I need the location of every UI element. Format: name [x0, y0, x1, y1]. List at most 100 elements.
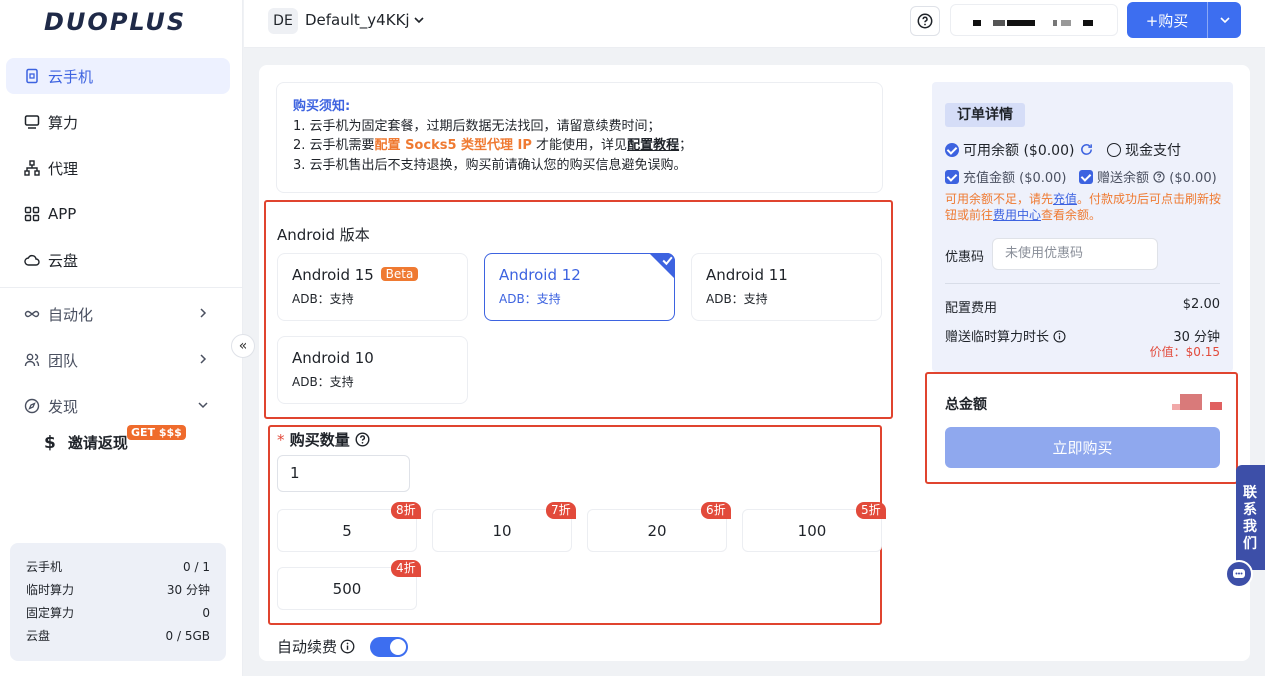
duoplus-logo[interactable]: DUOPLUS — [44, 8, 186, 36]
checkbox-icon — [945, 170, 959, 184]
refresh-icon[interactable] — [1079, 142, 1094, 157]
question-icon[interactable] — [355, 432, 370, 447]
sidebar-item-invite[interactable]: $ 邀请返现 — [44, 432, 128, 453]
android-version-label: Android 版本 — [277, 226, 370, 244]
sidebar-item-label: 自动化 — [48, 305, 94, 324]
workspace-badge[interactable]: DE — [268, 8, 298, 34]
warning-text: 可用余额不足，请先 — [945, 192, 1054, 206]
stat-label: 固定算力 — [26, 606, 75, 620]
buy-dropdown[interactable] — [1208, 14, 1241, 26]
network-icon — [24, 160, 40, 176]
adb-support: ADB：支持 — [706, 292, 768, 306]
redacted-block — [1180, 394, 1202, 410]
dollar-icon: $ — [44, 432, 56, 453]
sidebar-item-discover[interactable]: 发现 — [6, 388, 230, 424]
buy-now-button[interactable]: 立即购买 — [945, 427, 1220, 468]
adb-support: ADB：支持 — [499, 292, 561, 306]
notice-line: 2. 云手机需要配置 Socks5 类型代理 IP 才能使用，详见配置教程； — [293, 136, 866, 156]
version-name: Android 11 — [706, 266, 788, 284]
stat-label: 云手机 — [26, 560, 63, 574]
buy-button[interactable]: +购买 — [1127, 2, 1241, 38]
cash-option[interactable]: 现金支付 — [1107, 140, 1181, 160]
info-icon[interactable] — [340, 639, 355, 654]
quantity-value: 5 — [342, 521, 352, 540]
android-10-option[interactable]: Android 10 ADB：支持 — [277, 336, 468, 404]
sidebar-item-label: 代理 — [48, 159, 79, 178]
sidebar-item-automation[interactable]: 自动化 — [6, 296, 230, 332]
quantity-value: 100 — [797, 521, 827, 540]
stat-row: 固定算力 0 — [26, 605, 210, 628]
sidebar-item-label: APP — [48, 205, 77, 223]
redacted-block — [973, 20, 981, 26]
discount-badge: 8折 — [391, 502, 421, 519]
sidebar: DUOPLUS 云手机 算力 代理 APP 云盘 自动化 团队 发现 $ 邀请返… — [0, 0, 243, 676]
discount-badge: 6折 — [701, 502, 731, 519]
version-name: Android 12 — [499, 266, 581, 284]
collapse-sidebar-button[interactable]: « — [231, 334, 255, 358]
notice-line: 3. 云手机售出后不支持退换，购买前请确认您的购买信息避免误购。 — [293, 157, 687, 173]
quantity-value: 20 — [647, 521, 667, 540]
sidebar-divider — [0, 287, 243, 288]
quantity-input[interactable]: 1 — [277, 455, 410, 492]
redacted-block — [1172, 404, 1180, 410]
chat-icon — [1233, 569, 1245, 578]
required-mark: * — [277, 431, 285, 449]
question-icon — [917, 13, 933, 29]
stat-label: 临时算力 — [26, 583, 75, 597]
proxy-config-link[interactable]: 配置 Socks5 类型代理 IP — [375, 138, 532, 153]
top-bar: DE Default_y4KKj +购买 — [244, 0, 1265, 48]
sidebar-item-label: 云手机 — [48, 67, 94, 86]
sidebar-item-cloud-disk[interactable]: 云盘 — [6, 242, 230, 278]
cash-label: 现金支付 — [1125, 143, 1181, 159]
auto-renew-label: 自动续费 — [277, 636, 355, 657]
sidebar-item-team[interactable]: 团队 — [6, 342, 230, 378]
account-redacted[interactable] — [950, 4, 1118, 36]
order-details-title: 订单详情 — [945, 103, 1025, 127]
usage-stats: 云手机 0 / 1 临时算力 30 分钟 固定算力 0 云盘 0 / 5GB — [10, 543, 226, 661]
sidebar-item-proxy[interactable]: 代理 — [6, 150, 230, 186]
stat-label: 云盘 — [26, 629, 51, 643]
chevron-down-icon[interactable] — [413, 14, 425, 26]
help-button[interactable] — [910, 6, 940, 36]
workspace-name[interactable]: Default_y4KKj — [305, 11, 410, 29]
chat-button[interactable] — [1225, 560, 1253, 588]
redacted-block — [1061, 20, 1071, 26]
notice-text: ； — [679, 138, 693, 153]
auto-renew-toggle[interactable] — [370, 637, 408, 657]
recharge-link[interactable]: 充值 — [1053, 192, 1077, 206]
quantity-value: 500 — [332, 579, 362, 598]
adb-support: ADB：支持 — [292, 375, 354, 389]
coupon-input[interactable]: 未使用优惠码 — [992, 238, 1158, 270]
contact-us-tab[interactable]: 联系我们 — [1236, 465, 1265, 570]
balance-option[interactable]: 可用余额 ($0.00) — [945, 140, 1094, 160]
sidebar-item-app[interactable]: APP — [6, 196, 230, 232]
sidebar-item-cloud-phone[interactable]: 云手机 — [6, 58, 230, 94]
invite-label: 邀请返现 — [67, 434, 128, 452]
android-15-option[interactable]: Android 15 Beta ADB：支持 — [277, 253, 468, 321]
gift-label: 赠送余额 — [1097, 171, 1150, 186]
gift-option[interactable]: 赠送余额 ($0.00) — [1079, 167, 1217, 186]
chevron-right-icon — [200, 308, 207, 318]
question-icon[interactable] — [1153, 171, 1165, 183]
quantity-value: 10 — [492, 521, 512, 540]
android-12-option[interactable]: Android 12 ADB：支持 — [484, 253, 675, 321]
auto-renew-text: 自动续费 — [277, 638, 338, 656]
notice-title: 购买须知: — [293, 99, 351, 114]
billing-center-link[interactable]: 费用中心 — [993, 208, 1041, 222]
sidebar-item-compute[interactable]: 算力 — [6, 104, 230, 140]
quantity-label: * 购买数量 — [277, 429, 370, 450]
recharge-option[interactable]: 充值金额 ($0.00) — [945, 167, 1067, 186]
version-name-text: Android 15 — [292, 266, 374, 284]
checked-radio-icon — [945, 143, 959, 157]
info-icon[interactable] — [1053, 330, 1066, 343]
sidebar-item-label: 发现 — [48, 397, 79, 416]
version-name: Android 10 — [292, 349, 374, 367]
buy-label: +购买 — [1145, 11, 1189, 30]
redacted-block — [1083, 20, 1093, 26]
android-11-option[interactable]: Android 11 ADB：支持 — [691, 253, 882, 321]
coupon-label: 优惠码 — [945, 250, 985, 265]
stat-value: 0 / 5GB — [165, 629, 210, 643]
sidebar-item-label: 云盘 — [48, 251, 79, 270]
config-tutorial-link[interactable]: 配置教程 — [627, 138, 679, 153]
warning-text: 查看余额。 — [1041, 208, 1102, 222]
